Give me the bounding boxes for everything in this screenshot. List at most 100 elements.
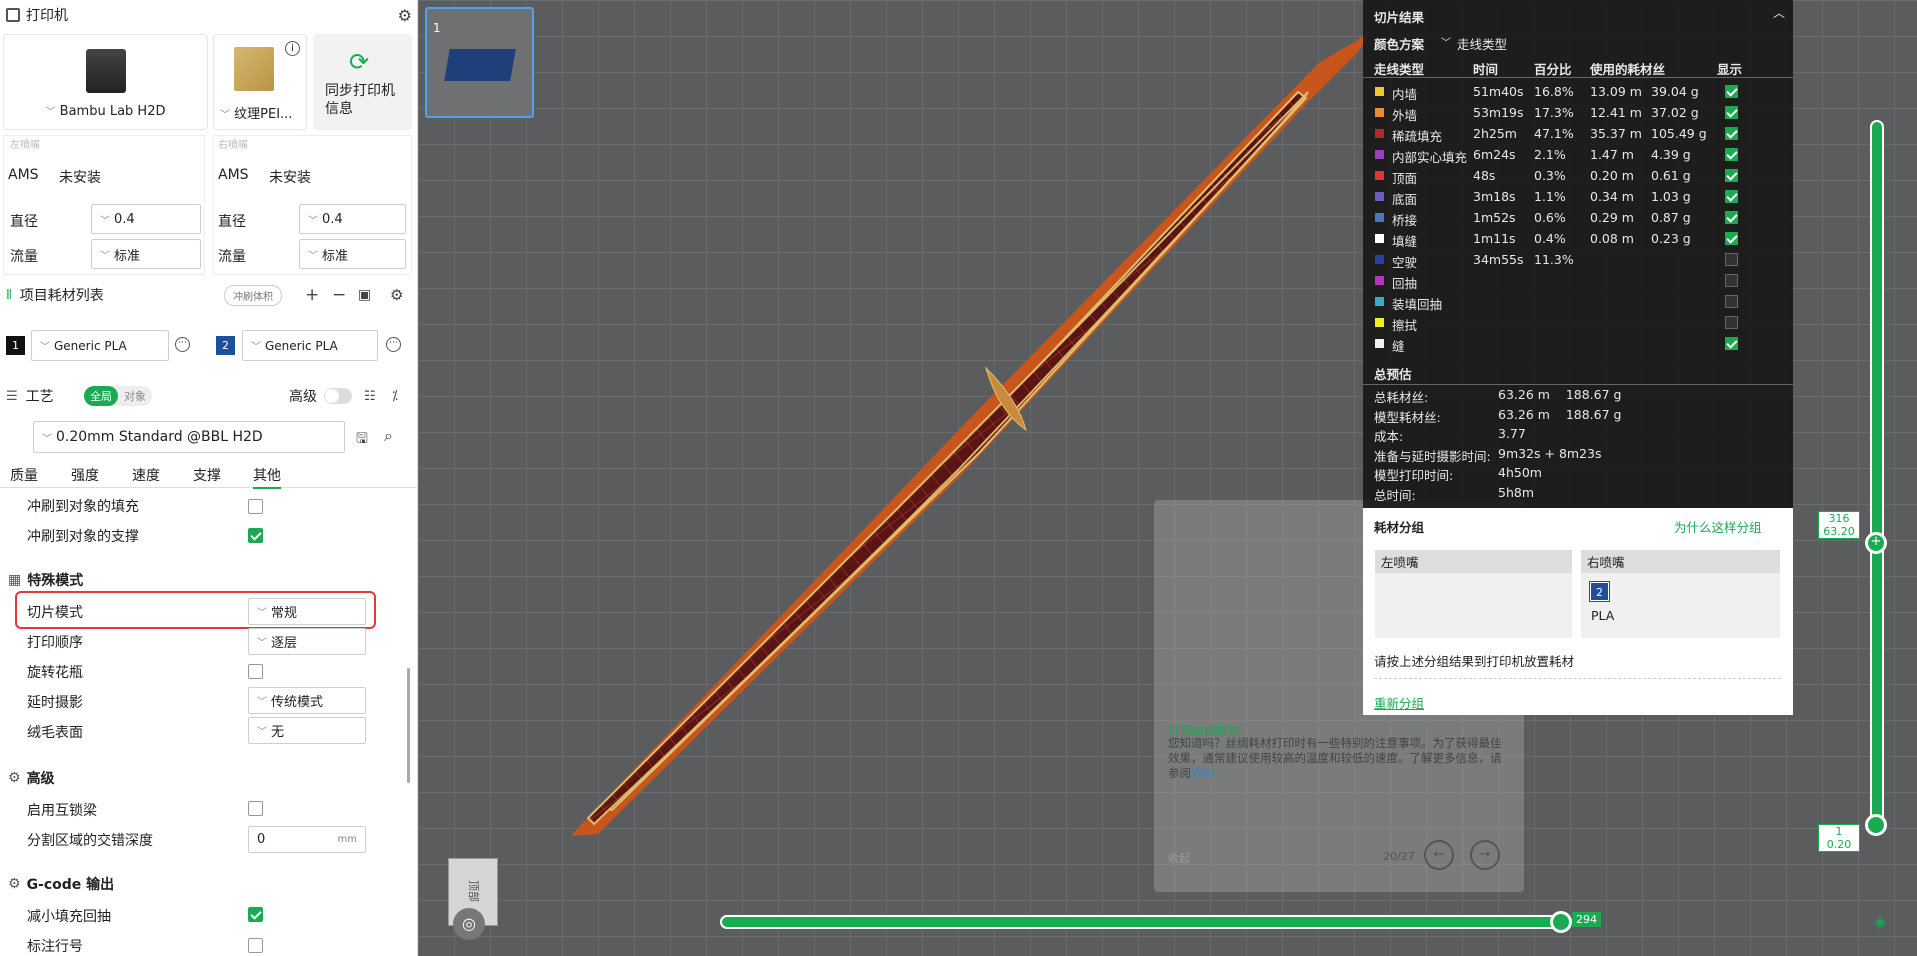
line-type-visible-checkbox[interactable]	[1725, 274, 1738, 287]
line-type-visible-checkbox[interactable]	[1725, 211, 1738, 224]
save-preset-icon[interactable]: 🖫	[356, 428, 368, 452]
line-type-visible-checkbox[interactable]	[1725, 295, 1738, 308]
camera-reset-icon[interactable]: ◎	[453, 908, 485, 940]
add-filament-icon[interactable]: +	[305, 285, 319, 305]
filament-1-num: 1	[6, 336, 25, 355]
regroup-link[interactable]: 重新分组	[1374, 693, 1424, 712]
estimate-value: 4h50m	[1498, 465, 1542, 480]
tab-others[interactable]: 其他	[253, 465, 281, 489]
gcode-section-title: G-code 输出	[26, 877, 115, 893]
flush-support-checkbox[interactable]	[248, 528, 263, 543]
left-diameter-select[interactable]: ﹀ 0.4	[91, 204, 201, 234]
line-type-visible-checkbox[interactable]	[1725, 337, 1738, 350]
line-type-name: 擦拭	[1392, 318, 1418, 333]
flush-infill-checkbox[interactable]	[248, 499, 263, 514]
layer-top-handle[interactable]: +	[1865, 532, 1887, 554]
estimate-title: 总预估	[1374, 367, 1412, 382]
line-type-visible-checkbox[interactable]	[1725, 127, 1738, 140]
line-type-name: 外墙	[1392, 108, 1418, 123]
flush-support-label: 冲刷到对象的支撑	[27, 529, 139, 545]
move-slider-handle[interactable]	[1550, 911, 1572, 933]
line-type-visible-checkbox[interactable]	[1725, 106, 1738, 119]
why-grouping-link[interactable]: 为什么这样分组	[1674, 517, 1762, 536]
tip-next-icon[interactable]: →	[1470, 840, 1500, 870]
line-type-percent: 0.4%	[1534, 231, 1566, 246]
right-diameter-select[interactable]: ﹀ 0.4	[299, 204, 406, 234]
line-type-visible-checkbox[interactable]	[1725, 85, 1738, 98]
line-type-swatch	[1375, 213, 1384, 222]
line-type-visible-checkbox[interactable]	[1725, 232, 1738, 245]
line-type-name: 桥接	[1392, 213, 1418, 228]
move-slider[interactable]	[720, 911, 1572, 933]
estimate-key: 成本:	[1374, 429, 1404, 444]
tip-wiki-link[interactable]: Wiki	[1191, 766, 1215, 780]
interlock-checkbox[interactable]	[248, 801, 263, 816]
left-ams-label: AMS	[8, 167, 39, 183]
tab-support[interactable]: 支撑	[193, 465, 221, 485]
filament-2-select[interactable]: ﹀ Generic PLA	[242, 330, 378, 361]
print-sequence-select[interactable]: ﹀ 逐层	[248, 628, 366, 655]
line-type-visible-checkbox[interactable]	[1725, 148, 1738, 161]
line-type-time: 1m52s	[1473, 210, 1516, 225]
reduce-retract-checkbox[interactable]	[248, 907, 263, 922]
timelapse-select[interactable]: ﹀ 传统模式	[248, 687, 366, 714]
tip-page-counter: 20/27	[1383, 850, 1415, 863]
remove-filament-icon[interactable]: −	[332, 285, 346, 305]
left-flow-label: 流量	[10, 249, 38, 265]
advanced-switch[interactable]	[324, 388, 352, 404]
collapse-results-icon[interactable]: ︿	[1773, 4, 1785, 21]
estimate-key: 模型打印时间:	[1374, 468, 1454, 483]
global-object-toggle[interactable]: 全局 对象	[84, 386, 152, 406]
filament-1-select[interactable]: ﹀ Generic PLA	[31, 330, 169, 361]
search-icon[interactable]: ⌕	[384, 426, 393, 446]
tab-strength[interactable]: 强度	[71, 465, 99, 485]
plate-info-icon[interactable]: i	[285, 41, 300, 56]
sidebar-scrollbar[interactable]	[407, 668, 410, 783]
flush-volume-button[interactable]: 冲刷体积	[224, 284, 282, 306]
printer-select-card[interactable]: ﹀ Bambu Lab H2D	[3, 34, 208, 130]
line-type-time: 53m19s	[1473, 105, 1524, 120]
line-type-swatch	[1375, 171, 1384, 180]
filament-settings-gear-icon[interactable]: ⚙	[390, 286, 403, 304]
line-type-swatch	[1375, 297, 1384, 306]
line-type-visible-checkbox[interactable]	[1725, 190, 1738, 203]
interlock-depth-input[interactable]: 0 mm	[248, 826, 366, 853]
label-lines-checkbox[interactable]	[248, 938, 263, 953]
tip-prev-icon[interactable]: ←	[1424, 840, 1454, 870]
layers-stack-icon[interactable]: ◈	[1874, 912, 1886, 931]
sync-printer-button[interactable]: ⟳ 同步打印机信息	[313, 34, 412, 130]
tip-collapse[interactable]: 收起	[1168, 850, 1190, 866]
filament-2-more-icon[interactable]: ···	[386, 337, 401, 352]
line-type-name: 缝	[1392, 339, 1405, 354]
line-type-length: 35.37 m	[1590, 126, 1642, 141]
tab-speed[interactable]: 速度	[132, 465, 160, 485]
slice-mode-select[interactable]: ﹀ 常规	[248, 598, 366, 625]
line-type-length: 0.20 m	[1590, 168, 1634, 183]
line-type-visible-checkbox[interactable]	[1725, 316, 1738, 329]
results-row: 内墙 51m40s 16.8% 13.09 m 39.04 g	[1363, 82, 1793, 102]
plate-select-card[interactable]: i ﹀ 纹理PEI...	[213, 34, 307, 130]
line-type-visible-checkbox[interactable]	[1725, 169, 1738, 182]
spiral-vase-checkbox[interactable]	[248, 664, 263, 679]
list-view-icon[interactable]: ☷	[364, 389, 376, 404]
process-preset-select[interactable]: ﹀ 0.20mm Standard @BBL H2D	[33, 421, 345, 453]
toggle-object[interactable]: 对象	[118, 386, 152, 406]
sync-label: 同步打印机信息	[325, 83, 395, 117]
layer-bottom-handle[interactable]	[1865, 814, 1887, 836]
line-type-time: 48s	[1473, 168, 1496, 183]
compare-icon[interactable]: ⁒	[392, 389, 398, 404]
right-flow-select[interactable]: ﹀ 标准	[299, 239, 406, 269]
layer-slider[interactable]: +	[1865, 120, 1887, 836]
filament-sync-icon[interactable]: ▣	[358, 287, 371, 303]
toggle-global[interactable]: 全局	[84, 386, 118, 406]
color-scheme-select[interactable]: ﹀ 走线类型	[1441, 34, 1507, 53]
results-row: 底面 3m18s 1.1% 0.34 m 1.03 g	[1363, 187, 1793, 207]
fuzzy-skin-select[interactable]: ﹀ 无	[248, 717, 366, 744]
left-nozzle-panel: 左喷嘴 AMS 未安装 直径 ﹀ 0.4 流量 ﹀ 标准	[3, 135, 205, 275]
filament-1-more-icon[interactable]: ···	[175, 337, 190, 352]
line-type-visible-checkbox[interactable]	[1725, 253, 1738, 266]
left-flow-select[interactable]: ﹀ 标准	[91, 239, 201, 269]
tab-quality[interactable]: 质量	[10, 465, 38, 485]
printer-icon	[6, 8, 20, 22]
printer-settings-gear-icon[interactable]: ⚙	[398, 6, 412, 25]
